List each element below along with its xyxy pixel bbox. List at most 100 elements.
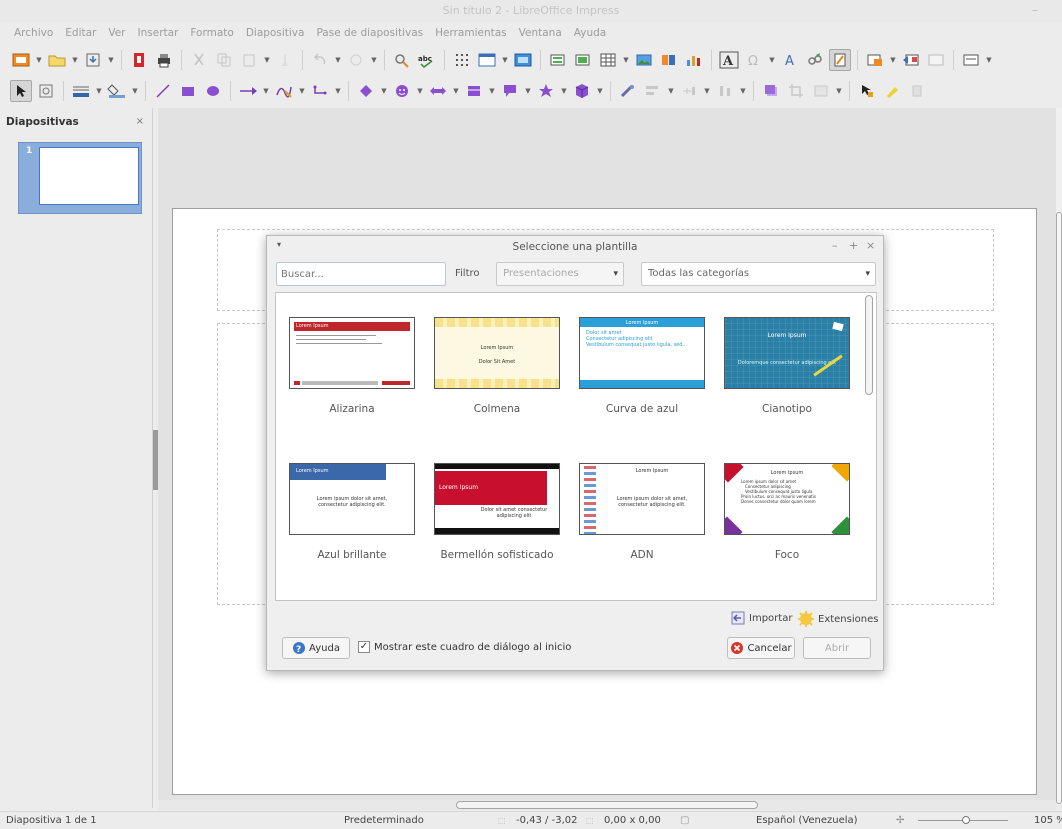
close-pane-icon[interactable]: ×	[136, 116, 144, 127]
stars-icon[interactable]	[535, 80, 557, 102]
points-icon[interactable]	[906, 80, 928, 102]
new-dropdown-icon[interactable]: ▼	[35, 49, 43, 71]
dialog-close-button[interactable]: ×	[866, 239, 875, 252]
minimize-button[interactable]: –	[1032, 3, 1038, 17]
open-button[interactable]: Abrir	[803, 637, 871, 659]
line-color-dropdown-icon[interactable]: ▼	[95, 80, 103, 102]
distribute-dropdown-icon[interactable]: ▼	[739, 80, 747, 102]
fill-color-icon[interactable]	[106, 80, 128, 102]
cancel-button[interactable]: Cancelar	[727, 637, 795, 659]
clone-formatting-icon[interactable]	[274, 49, 296, 71]
layout-name[interactable]: Predeterminado	[344, 815, 424, 826]
insert-text-box-icon[interactable]: A	[718, 49, 740, 71]
basic-shapes-icon[interactable]	[355, 80, 377, 102]
insert-table-icon[interactable]	[597, 49, 619, 71]
block-arrows-dropdown-icon[interactable]: ▼	[452, 80, 460, 102]
3d-objects-icon[interactable]	[571, 80, 593, 102]
menu-formato[interactable]: Formato	[184, 27, 239, 39]
menu-ventana[interactable]: Ventana	[513, 27, 568, 39]
template-search-input[interactable]	[276, 262, 446, 286]
align-dropdown-icon[interactable]: ▼	[667, 80, 675, 102]
open-dropdown-icon[interactable]: ▼	[71, 49, 79, 71]
horizontal-scrollbar[interactable]	[158, 800, 1056, 810]
slide-transition-dropdown-icon[interactable]: ▼	[889, 49, 897, 71]
display-views-icon[interactable]	[476, 49, 498, 71]
open-folder-icon[interactable]	[46, 49, 68, 71]
insert-media-icon[interactable]	[658, 49, 680, 71]
menu-editar[interactable]: Editar	[59, 27, 102, 39]
rotate-icon[interactable]	[617, 80, 639, 102]
fill-color-dropdown-icon[interactable]: ▼	[131, 80, 139, 102]
symbol-shapes-icon[interactable]	[391, 80, 413, 102]
curves-polygons-icon[interactable]	[273, 80, 295, 102]
template-item-bermellon-sofisticado[interactable]: Lorem Ipsum Dolor sit amet consectetur a…	[434, 463, 560, 561]
paste-dropdown-icon[interactable]: ▼	[263, 49, 271, 71]
menu-pase-de-diapositivas[interactable]: Pase de diapositivas	[310, 27, 429, 39]
horizontal-scroll-thumb[interactable]	[456, 801, 758, 809]
line-color-icon[interactable]	[70, 80, 92, 102]
fit-slide-icon[interactable]: ✢	[896, 815, 904, 826]
arrange-icon[interactable]	[678, 80, 700, 102]
new-document-icon[interactable]	[10, 49, 32, 71]
print-icon[interactable]	[153, 49, 175, 71]
callouts-icon[interactable]	[499, 80, 521, 102]
filter-image-icon[interactable]	[810, 80, 832, 102]
curves-dropdown-icon[interactable]: ▼	[298, 80, 306, 102]
save-dropdown-icon[interactable]: ▼	[107, 49, 115, 71]
3d-objects-dropdown-icon[interactable]: ▼	[596, 80, 604, 102]
master-slide-icon[interactable]	[512, 49, 534, 71]
block-arrows-icon[interactable]	[427, 80, 449, 102]
insert-table-dropdown-icon[interactable]: ▼	[622, 49, 630, 71]
connectors-dropdown-icon[interactable]: ▼	[334, 80, 342, 102]
duplicate-slide-icon[interactable]	[572, 49, 594, 71]
copy-icon[interactable]	[213, 49, 235, 71]
special-character-dropdown-icon[interactable]: ▼	[768, 49, 776, 71]
arrange-dropdown-icon[interactable]: ▼	[703, 80, 711, 102]
menu-ver[interactable]: Ver	[102, 27, 131, 39]
filter-dropdown-icon[interactable]: ▼	[835, 80, 843, 102]
toggle-extrusion-icon[interactable]	[881, 80, 903, 102]
select-arrow-icon[interactable]	[10, 80, 32, 102]
menu-diapositiva[interactable]: Diapositiva	[240, 27, 311, 39]
show-draw-functions-icon[interactable]	[829, 49, 851, 71]
hyperlink-icon[interactable]	[804, 49, 826, 71]
filter-select[interactable]: Presentaciones ▾	[496, 262, 624, 286]
insert-line-icon[interactable]	[152, 80, 174, 102]
menu-archivo[interactable]: Archivo	[8, 27, 59, 39]
flowchart-dropdown-icon[interactable]: ▼	[488, 80, 496, 102]
template-grid-scroll-thumb[interactable]	[865, 295, 873, 395]
extensions-button[interactable]: Extensiones	[797, 610, 878, 628]
template-item-adn[interactable]: Lorem Ipsum Lorem ipsum dolor sit amet, …	[579, 463, 705, 561]
zoom-pan-icon[interactable]	[35, 80, 57, 102]
fontwork-icon[interactable]: A	[779, 49, 801, 71]
vertical-scrollbar[interactable]	[1056, 108, 1062, 804]
distribute-icon[interactable]	[714, 80, 736, 102]
redo-icon[interactable]	[345, 49, 367, 71]
undo-dropdown-icon[interactable]: ▼	[334, 49, 342, 71]
template-item-azul-brillante[interactable]: Lorem Ipsum Lorem ipsum dolor sit amet, …	[289, 463, 415, 561]
flowchart-icon[interactable]	[463, 80, 485, 102]
show-at-startup-checkbox[interactable]: ✓ Mostrar este cuadro de diálogo al inic…	[358, 641, 571, 653]
basic-shapes-dropdown-icon[interactable]: ▼	[380, 80, 388, 102]
redo-dropdown-icon[interactable]: ▼	[370, 49, 378, 71]
start-from-current-icon[interactable]	[925, 49, 947, 71]
symbol-shapes-dropdown-icon[interactable]: ▼	[416, 80, 424, 102]
checkbox-checked-icon[interactable]: ✓	[358, 641, 370, 653]
display-grid-icon[interactable]	[451, 49, 473, 71]
new-slide-icon[interactable]	[547, 49, 569, 71]
lines-arrows-icon[interactable]	[237, 80, 259, 102]
align-objects-icon[interactable]	[642, 80, 664, 102]
insert-rectangle-icon[interactable]	[177, 80, 199, 102]
help-button[interactable]: ? Ayuda	[282, 637, 350, 659]
dialog-maximize-button[interactable]: +	[849, 239, 858, 252]
language[interactable]: Español (Venezuela)	[756, 815, 858, 826]
undo-icon[interactable]	[309, 49, 331, 71]
template-item-curva-de-azul[interactable]: Lorem Ipsum Dolor sit amet Consectetur a…	[579, 317, 705, 415]
menu-insertar[interactable]: Insertar	[132, 27, 185, 39]
template-item-cianotipo[interactable]: Lorem Ipsum Doloremque consectetur adipi…	[724, 317, 850, 415]
vertical-scroll-thumb[interactable]	[1056, 212, 1062, 804]
template-item-alizarina[interactable]: Lorem Ipsum Alizarina	[289, 317, 415, 415]
lines-arrows-dropdown-icon[interactable]: ▼	[262, 80, 270, 102]
dialog-minimize-button[interactable]: –	[832, 239, 838, 252]
save-icon[interactable]	[82, 49, 104, 71]
